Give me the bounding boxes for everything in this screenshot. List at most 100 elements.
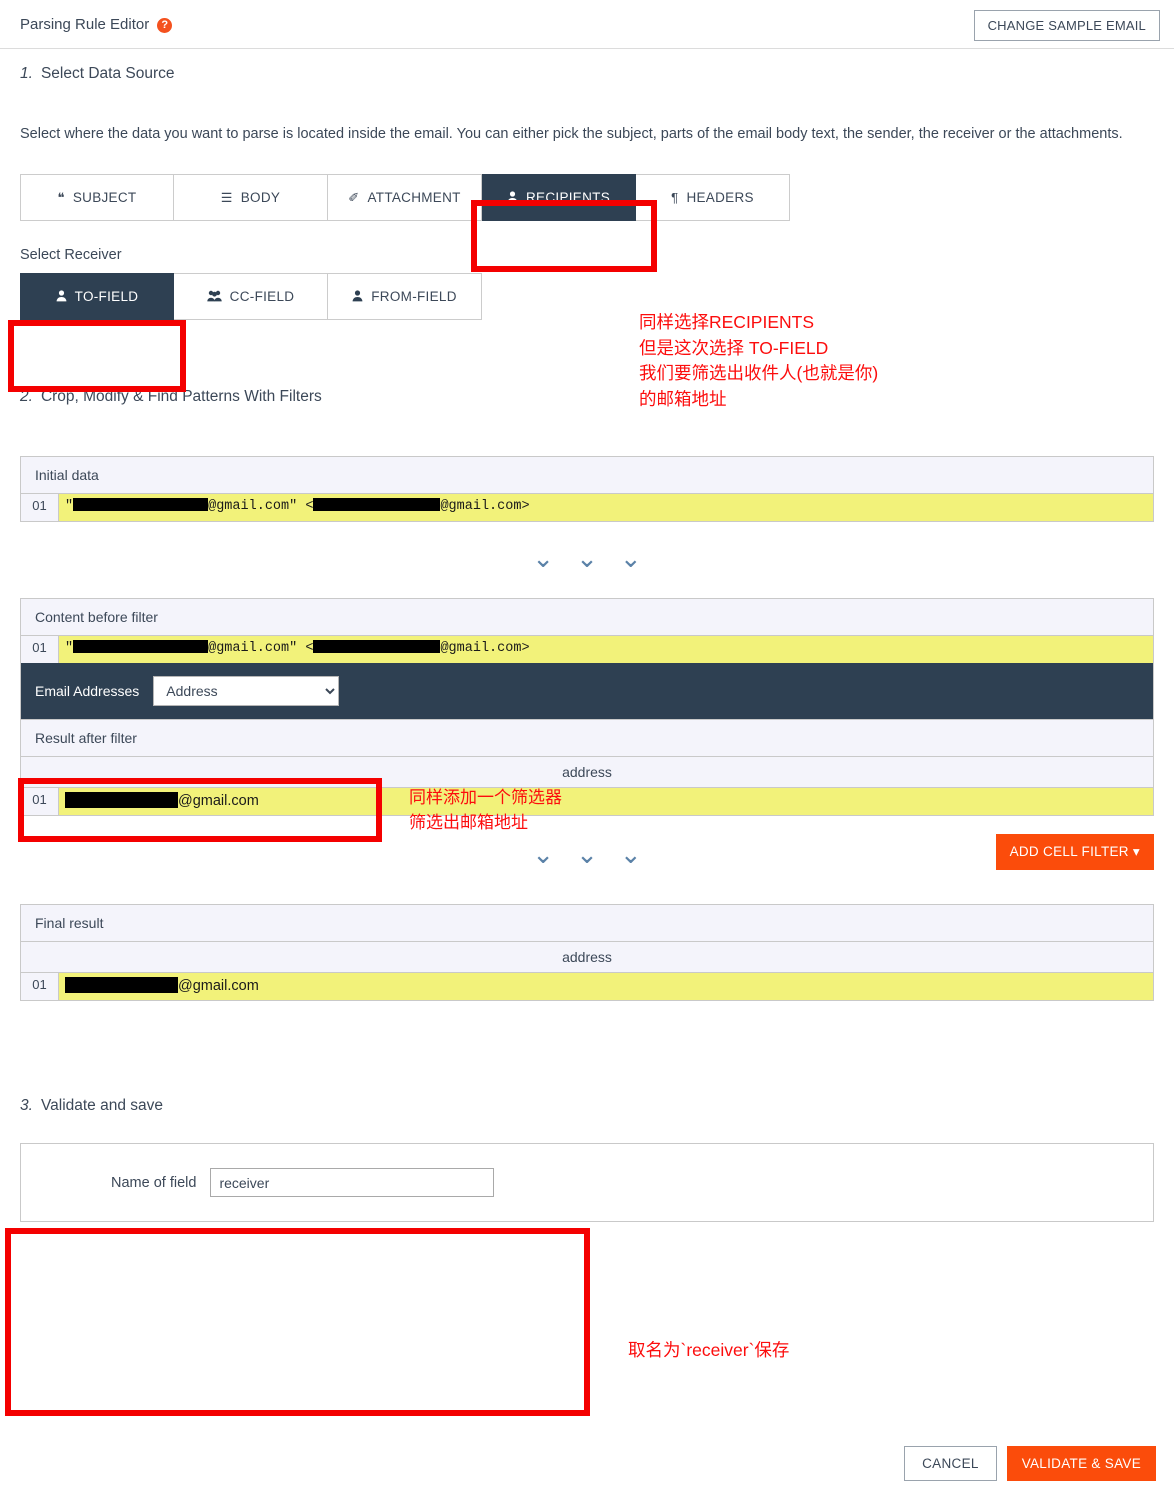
initial-data-title: Initial data — [21, 457, 1153, 495]
user-icon — [56, 290, 67, 304]
domain-text-2: @gmail.com> — [440, 641, 530, 657]
content-before-filter-value: " @gmail.com" < @gmail.com> — [59, 636, 1153, 663]
tab-headers-label: HEADERS — [686, 190, 754, 206]
tab-cc-field-label: CC-FIELD — [229, 289, 295, 305]
users-group-icon — [206, 290, 222, 304]
step3-number: 3. — [20, 1097, 33, 1115]
redaction-bar — [65, 977, 178, 994]
row-number: 01 — [21, 973, 59, 1001]
step1-heading: 1. Select Data Source — [20, 49, 1154, 83]
final-result-panel: Final result address 01 @gmail.com — [20, 904, 1154, 1002]
row-number: 01 — [21, 788, 59, 816]
redaction-bar — [73, 498, 209, 512]
step2-number: 2. — [20, 388, 33, 406]
result-after-filter-title: Result after filter — [21, 719, 1153, 758]
quote-icon: ❝ — [57, 190, 65, 206]
annotation-filter: 同样添加一个筛选器 筛选出邮箱地址 — [409, 788, 562, 832]
cancel-button[interactable]: CANCEL — [904, 1446, 997, 1481]
select-receiver-label: Select Receiver — [20, 247, 122, 264]
chevron-down-icon: ⌄ — [532, 840, 555, 871]
chevron-down-icon: ⌄ — [576, 840, 598, 871]
validate-save-box: Name of field — [20, 1143, 1154, 1223]
final-column-header: address — [21, 942, 1153, 974]
table-row: 01 " @gmail.com" < @gmail.com> — [21, 494, 1153, 522]
step1-number: 1. — [20, 65, 33, 82]
add-cell-filter-label: ADD CELL FILTER — [1009, 844, 1129, 860]
tab-subject[interactable]: ❝ SUBJECT — [20, 174, 174, 222]
filter-label: Email Addresses — [35, 683, 140, 700]
add-cell-filter-button[interactable]: ADD CELL FILTER ▾ — [995, 834, 1154, 871]
step2-title: Crop, Modify & Find Patterns With Filter… — [40, 388, 322, 406]
app-header: Parsing Rule Editor ? CHANGE SAMPLE EMAI… — [0, 0, 1174, 49]
annotation-recipients: 同样选择RECIPIENTS 但是这次选择 TO-FIELD 我们要筛选出收件人… — [639, 312, 879, 410]
field-name-input[interactable] — [210, 1168, 495, 1198]
data-source-tabs: ❝ SUBJECT ☰ BODY ✐ ATTACHMENT RECIPIENTS… — [20, 174, 1154, 222]
tab-attachment[interactable]: ✐ ATTACHMENT — [328, 174, 482, 222]
initial-data-value: " @gmail.com" < @gmail.com> — [59, 494, 1153, 521]
row-number: 01 — [21, 494, 59, 522]
redaction-bar — [313, 498, 441, 512]
tab-recipients[interactable]: RECIPIENTS — [482, 174, 636, 222]
result-after-filter-value: @gmail.com — [59, 788, 1153, 815]
receiver-tabs: TO-FIELD CC-FIELD FROM-FIELD — [20, 273, 1154, 321]
tab-attachment-label: ATTACHMENT — [367, 190, 461, 206]
filter-panel: Content before filter 01 " @gmail.com" < @… — [20, 598, 1154, 817]
quote-char: " — [65, 641, 74, 657]
redaction-bar — [65, 792, 178, 809]
field-name-row: Name of field — [21, 1168, 1153, 1198]
row-number: 01 — [21, 636, 59, 664]
pilcrow-icon: ¶ — [671, 190, 679, 206]
domain-text-1: @gmail.com" < — [208, 499, 314, 515]
flow-chevrons-1: ⌄ ⌄ ⌄ — [20, 546, 1154, 572]
highlight-validate-save — [5, 1228, 590, 1416]
domain-text-1: @gmail.com" < — [208, 641, 314, 657]
redaction-bar — [313, 640, 441, 654]
cell-filter-bar: Email Addresses Address — [21, 663, 1153, 720]
table-row: 01 @gmail.com — [21, 788, 1153, 816]
chevron-down-icon: ⌄ — [532, 544, 555, 575]
tab-body-label: BODY — [240, 190, 281, 206]
domain-text: @gmail.com — [178, 978, 259, 995]
validate-save-button[interactable]: VALIDATE & SAVE — [1006, 1446, 1156, 1481]
tab-subject-label: SUBJECT — [72, 190, 137, 206]
paperclip-icon: ✐ — [348, 190, 360, 206]
flow-chevrons-2: ⌄ ⌄ ⌄ — [20, 842, 1154, 868]
tab-to-field[interactable]: TO-FIELD — [20, 273, 174, 321]
domain-text-2: @gmail.com> — [440, 499, 530, 515]
redaction-bar — [73, 640, 209, 654]
chevron-down-icon: ⌄ — [619, 544, 642, 575]
tab-from-field-label: FROM-FIELD — [371, 289, 457, 305]
tab-from-field[interactable]: FROM-FIELD — [328, 273, 482, 321]
tab-cc-field[interactable]: CC-FIELD — [174, 273, 328, 321]
domain-text: @gmail.com — [178, 793, 259, 810]
initial-data-panel: Initial data 01 " @gmail.com" < @gmail.com… — [20, 456, 1154, 523]
quote-char: " — [65, 499, 74, 515]
content-before-filter-title: Content before filter — [21, 599, 1153, 637]
tab-recipients-label: RECIPIENTS — [525, 190, 610, 206]
help-icon[interactable]: ? — [157, 17, 173, 33]
result-column-header: address — [21, 757, 1153, 789]
step3-heading: 3. Validate and save — [20, 1081, 1154, 1115]
chevron-down-icon: ⌄ — [576, 544, 598, 575]
table-row: 01 " @gmail.com" < @gmail.com> — [21, 636, 1153, 664]
step1-description: Select where the data you want to parse … — [20, 126, 1123, 142]
chevron-down-icon: ⌄ — [619, 840, 642, 871]
name-of-field-label: Name of field — [111, 1174, 197, 1191]
tab-headers[interactable]: ¶ HEADERS — [636, 174, 790, 222]
footer-actions: CANCEL VALIDATE & SAVE — [904, 1446, 1156, 1481]
user-icon — [507, 191, 518, 205]
step3-title: Validate and save — [40, 1097, 164, 1115]
final-result-value: @gmail.com — [59, 973, 1153, 1000]
table-row: 01 @gmail.com — [21, 973, 1153, 1001]
step2-heading: 2. Crop, Modify & Find Patterns With Filt… — [20, 372, 1154, 406]
annotation-field-name: 取名为`receiver`保存 — [628, 1340, 790, 1360]
user-icon — [352, 290, 363, 304]
tab-to-field-label: TO-FIELD — [74, 289, 139, 305]
tab-body[interactable]: ☰ BODY — [174, 174, 328, 222]
lines-icon: ☰ — [220, 190, 233, 206]
final-result-title: Final result — [21, 905, 1153, 943]
change-sample-email-button[interactable]: CHANGE SAMPLE EMAIL — [973, 10, 1160, 41]
step1-title: Select Data Source — [40, 65, 175, 82]
page-title: Parsing Rule Editor — [20, 15, 150, 33]
filter-type-select[interactable]: Address — [153, 676, 340, 707]
